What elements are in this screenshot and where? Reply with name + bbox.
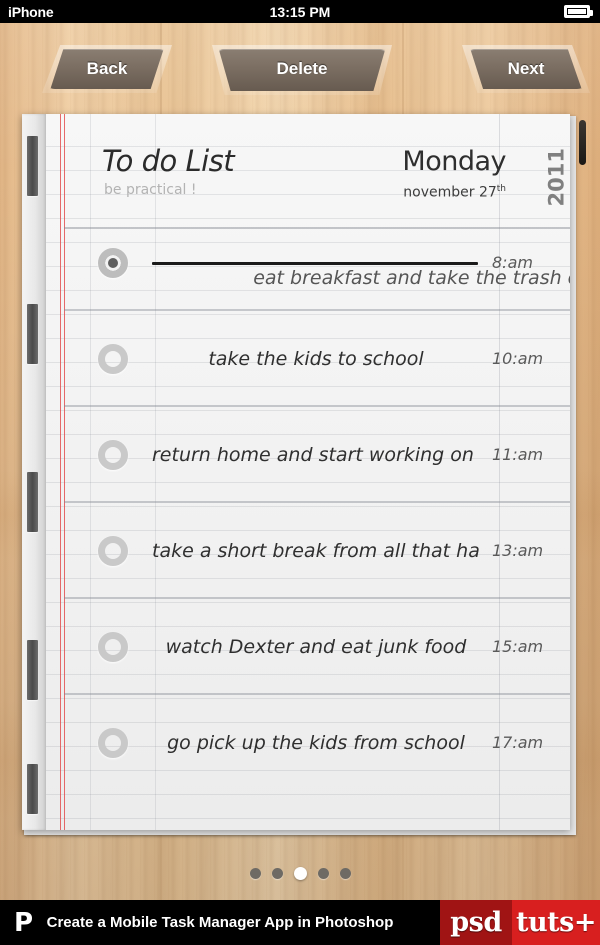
logo-tuts-part: tuts+ bbox=[512, 900, 600, 945]
task-row[interactable]: eat breakfast and take the trash out 8:am bbox=[22, 215, 570, 311]
notepad: To do List be practical ! Monday novembe… bbox=[22, 114, 578, 836]
task-checkbox-unchecked[interactable] bbox=[98, 344, 128, 374]
task-label: return home and start working on project… bbox=[152, 444, 480, 466]
task-row[interactable]: go pick up the kids from school 17:am bbox=[22, 695, 570, 791]
tutorial-title: Create a Mobile Task Manager App in Phot… bbox=[46, 914, 394, 931]
task-time: 13:am bbox=[492, 541, 544, 560]
page-dot[interactable] bbox=[317, 867, 329, 879]
task-label: take a short break from all that hard wo… bbox=[152, 540, 480, 562]
page-dot-active[interactable] bbox=[293, 866, 307, 880]
next-button[interactable]: Next bbox=[470, 49, 582, 89]
task-row[interactable]: take the kids to school 10:am bbox=[22, 311, 570, 407]
task-row[interactable]: watch Dexter and eat junk food 15:am bbox=[22, 599, 570, 695]
task-time: 17:am bbox=[492, 733, 544, 752]
day-suffix: th bbox=[496, 184, 506, 194]
clock-label: 13:15 PM bbox=[269, 3, 331, 20]
battery-level bbox=[567, 8, 587, 15]
task-checkbox-unchecked[interactable] bbox=[98, 632, 128, 662]
task-time: 8:am bbox=[492, 253, 533, 272]
month-day-text: november 27 bbox=[403, 184, 497, 201]
task-checkbox-unchecked[interactable] bbox=[98, 440, 128, 470]
task-row[interactable]: return home and start working on project… bbox=[22, 407, 570, 503]
delete-button[interactable]: Delete bbox=[218, 49, 386, 91]
battery-full-icon bbox=[564, 5, 593, 18]
task-time: 11:am bbox=[492, 445, 544, 464]
task-checkbox-checked[interactable] bbox=[98, 248, 128, 278]
page-title: To do List bbox=[102, 144, 235, 178]
page-dot[interactable] bbox=[271, 867, 283, 879]
task-label: go pick up the kids from school bbox=[167, 732, 465, 754]
logo-psd-part: psd bbox=[440, 900, 512, 945]
task-row[interactable]: take a short break from all that hard wo… bbox=[22, 503, 570, 599]
year-label: 2011 bbox=[544, 148, 568, 207]
task-label: watch Dexter and eat junk food bbox=[165, 636, 467, 658]
status-bar: iPhone 13:15 PM bbox=[0, 0, 600, 23]
page-subtitle: be practical ! bbox=[104, 182, 197, 198]
weekday-label: Monday bbox=[402, 146, 506, 177]
phone-screen: iPhone 13:15 PM Back Delete Next To do L… bbox=[0, 0, 600, 945]
footer-banner: P Create a Mobile Task Manager App in Ph… bbox=[0, 900, 600, 945]
task-time: 10:am bbox=[492, 349, 544, 368]
toolbar: Back Delete Next bbox=[0, 23, 600, 101]
paper-header: To do List be practical ! Monday novembe… bbox=[22, 132, 570, 210]
task-checkbox-unchecked[interactable] bbox=[98, 728, 128, 758]
date-label: november 27th bbox=[403, 184, 506, 201]
paper-sheet: To do List be practical ! Monday novembe… bbox=[22, 114, 570, 830]
page-dot[interactable] bbox=[339, 867, 351, 879]
psdtuts-logo[interactable]: psd tuts+ bbox=[440, 900, 600, 945]
task-label: take the kids to school bbox=[208, 348, 424, 370]
task-strikethrough bbox=[152, 262, 478, 265]
page-dot[interactable] bbox=[249, 867, 261, 879]
task-time: 15:am bbox=[492, 637, 544, 656]
back-button[interactable]: Back bbox=[50, 49, 164, 89]
page-indicator bbox=[0, 863, 600, 883]
scrollbar-thumb[interactable] bbox=[579, 120, 586, 165]
task-list: eat breakfast and take the trash out 8:am… bbox=[22, 230, 570, 791]
task-checkbox-unchecked[interactable] bbox=[98, 536, 128, 566]
